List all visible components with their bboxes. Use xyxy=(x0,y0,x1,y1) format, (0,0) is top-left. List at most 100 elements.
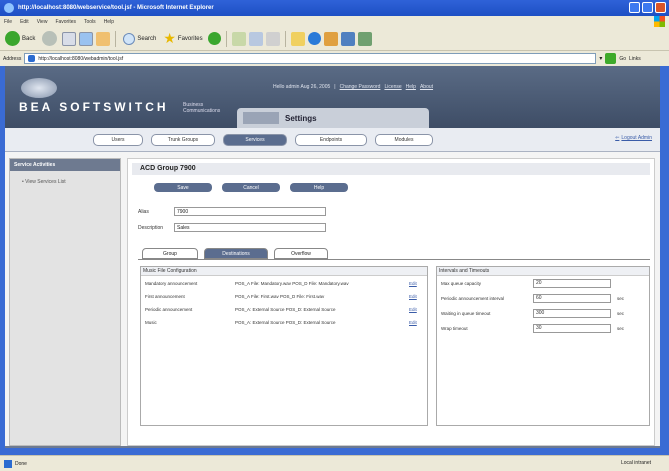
tab-endpoints[interactable]: Endpoints xyxy=(295,134,367,146)
menu-help[interactable]: Help xyxy=(104,19,114,25)
main-navigation: Users Trunk Groups Services Endpoints Mo… xyxy=(5,128,660,152)
tab-services[interactable]: Services xyxy=(223,134,287,146)
row-value: POS_A: External Source POS_D: External S… xyxy=(235,307,336,312)
refresh-icon[interactable] xyxy=(79,31,94,46)
tab-modules[interactable]: Modules xyxy=(375,134,433,146)
research-icon[interactable] xyxy=(340,31,355,46)
intervals-panel: Intervals and Timeouts Max queue capacit… xyxy=(436,266,650,426)
close-window-button[interactable] xyxy=(655,2,666,13)
sidebar-item-view-services[interactable]: • View Services List xyxy=(10,171,120,185)
favorites-button[interactable]: ★ Favorites xyxy=(161,30,204,48)
links-label[interactable]: Links xyxy=(629,56,641,62)
settings-selector[interactable] xyxy=(243,112,279,124)
intervals-heading: Intervals and Timeouts xyxy=(437,267,649,276)
forward-button[interactable] xyxy=(40,30,59,48)
menu-file[interactable]: File xyxy=(4,19,12,25)
row-name: Mandatory announcement xyxy=(145,281,198,286)
edit-link[interactable]: Edit xyxy=(409,320,417,325)
row-name: First announcement xyxy=(145,294,185,299)
media-icon[interactable] xyxy=(207,32,221,45)
address-bar: Address http://localhost:8080/webadmin/t… xyxy=(0,51,669,66)
logo-subtitle: Business Communications xyxy=(183,102,220,114)
windows-logo-icon xyxy=(654,16,665,27)
queue-timeout-input[interactable]: 300 xyxy=(533,309,611,318)
table-row: First announcement POS_A File: First.wav… xyxy=(141,292,427,302)
help-link[interactable]: Help xyxy=(406,84,416,90)
web-page: BEA SOFTSWITCH Business Communications H… xyxy=(5,66,660,448)
row-name: Periodic announcement xyxy=(145,307,193,312)
print-icon[interactable] xyxy=(265,31,280,46)
alias-label: Alias xyxy=(138,209,149,215)
edit-link[interactable]: Edit xyxy=(409,307,417,312)
logo-sub-line-2: Communications xyxy=(183,108,221,114)
header-links: Hello admin Aug 26, 2005 | Change Passwo… xyxy=(273,84,434,90)
window-title-bar: http://localhost:8080/webservice/tool.js… xyxy=(0,0,669,16)
address-dropdown-icon[interactable]: ▾ xyxy=(599,55,602,62)
maximize-button[interactable] xyxy=(642,2,653,13)
license-link[interactable]: License xyxy=(384,84,401,90)
table-row: Waiting in queue timeout 300 sec xyxy=(437,308,649,320)
browser-toolbar: Back Search ★ Favorites xyxy=(0,27,669,51)
window-title: http://localhost:8080/webservice/tool.js… xyxy=(18,5,214,11)
search-icon xyxy=(123,32,136,45)
unit-label: sec xyxy=(617,326,625,331)
menu-edit[interactable]: Edit xyxy=(20,19,29,25)
back-button[interactable]: Back xyxy=(3,30,37,48)
messenger-icon[interactable] xyxy=(323,31,338,46)
edit-link[interactable]: Edit xyxy=(409,281,417,286)
sidebar: Service Activities • View Services List xyxy=(9,158,121,446)
menu-favorites[interactable]: Favorites xyxy=(55,19,76,25)
internet-explorer-icon xyxy=(4,3,14,13)
periodic-interval-input[interactable]: 60 xyxy=(533,294,611,303)
edit-link[interactable]: Edit xyxy=(409,294,417,299)
history-icon[interactable] xyxy=(231,31,246,46)
table-row: Max queue capacity 20 xyxy=(437,278,649,290)
change-password-link[interactable]: Change Password xyxy=(340,84,381,90)
tools-icon[interactable] xyxy=(357,31,372,46)
menu-view[interactable]: View xyxy=(37,19,48,25)
wrap-timeout-input[interactable]: 30 xyxy=(533,324,611,333)
tab-users[interactable]: Users xyxy=(93,134,143,146)
tab-trunk-groups[interactable]: Trunk Groups xyxy=(151,134,215,146)
home-icon[interactable] xyxy=(96,31,111,46)
menu-bar: File Edit View Favorites Tools Help xyxy=(0,16,669,27)
about-link[interactable]: About xyxy=(420,84,433,90)
help-button[interactable]: Help xyxy=(290,183,348,192)
title-bar: ACD Group 7900 xyxy=(132,163,650,175)
globe-icon[interactable] xyxy=(307,32,321,45)
back-arrow-icon xyxy=(5,31,20,46)
folder-icon[interactable] xyxy=(290,31,305,46)
music-file-panel: Music File Configuration Mandatory annou… xyxy=(140,266,428,426)
address-input[interactable]: http://localhost:8080/webadmin/tool.jsf xyxy=(24,53,597,64)
menu-tools[interactable]: Tools xyxy=(84,19,96,25)
cancel-button[interactable]: Cancel xyxy=(222,183,280,192)
status-text: Done xyxy=(15,460,27,467)
go-button[interactable] xyxy=(605,53,617,64)
tab-overflow[interactable]: Overflow xyxy=(274,248,328,259)
table-row: Wrap timeout 30 sec xyxy=(437,323,649,335)
toolbar-separator xyxy=(284,30,286,47)
tab-group[interactable]: Group xyxy=(142,248,198,259)
description-input[interactable]: Sales xyxy=(174,223,326,232)
security-zone: Local intranet xyxy=(620,460,651,466)
page-title: ACD Group 7900 xyxy=(140,165,196,172)
bea-logo-icon xyxy=(21,78,57,98)
alias-input[interactable]: 7900 xyxy=(174,207,326,216)
tab-settings[interactable]: Settings xyxy=(237,108,429,128)
go-label[interactable]: Go xyxy=(619,56,626,62)
logout-link[interactable]: ⇐ Logout Admin xyxy=(615,135,652,141)
row-value: POS_A File: Mandatory.wav POS_D File: Ma… xyxy=(235,281,349,286)
product-logo: BEA SOFTSWITCH xyxy=(19,100,169,114)
tab-destinations[interactable]: Destinations xyxy=(204,248,268,259)
mail-icon[interactable] xyxy=(248,31,263,46)
tab-divider xyxy=(138,259,650,260)
save-button[interactable]: Save xyxy=(154,183,212,192)
minimize-button[interactable] xyxy=(629,2,640,13)
row-name: Music xyxy=(145,320,157,325)
row-value: POS_A: External Source POS_D: External S… xyxy=(235,320,336,325)
search-button[interactable]: Search xyxy=(121,30,158,48)
status-bar: Done Local intranet xyxy=(0,455,669,471)
header-info: Hello admin Aug 26, 2005 xyxy=(273,84,331,90)
stop-icon[interactable] xyxy=(62,31,77,46)
max-queue-input[interactable]: 20 xyxy=(533,279,611,288)
